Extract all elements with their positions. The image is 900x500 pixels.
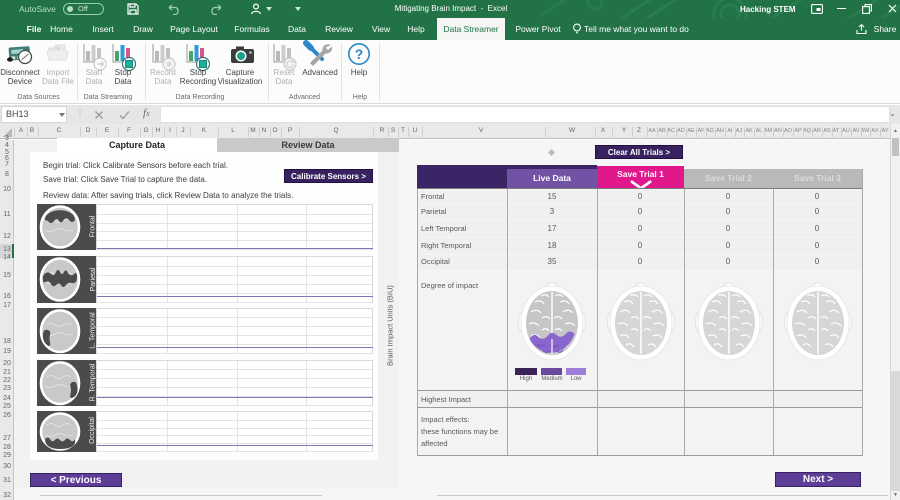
svg-text:?: ?	[355, 46, 364, 62]
